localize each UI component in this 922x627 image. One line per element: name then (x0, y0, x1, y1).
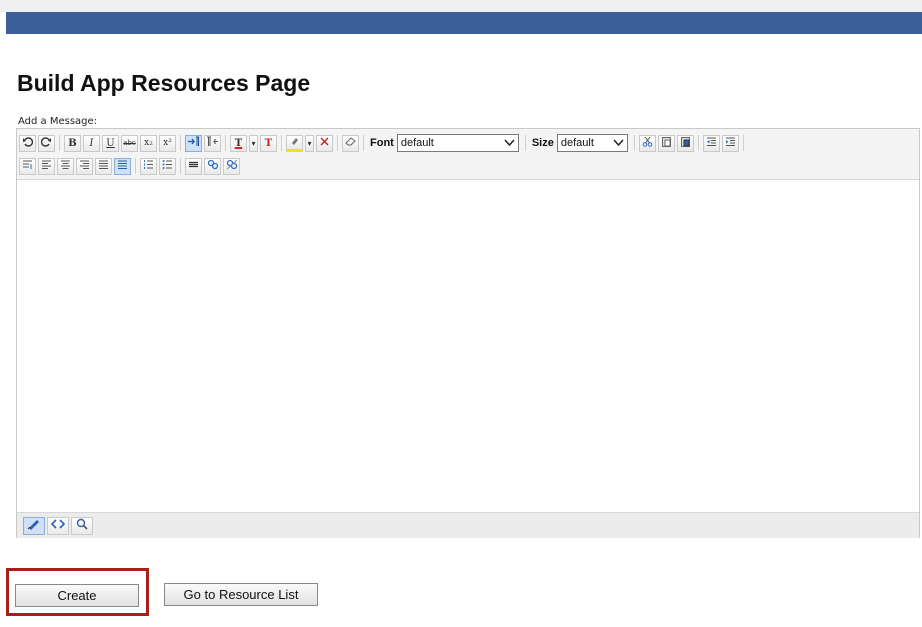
superscript-button[interactable]: x² (159, 134, 176, 152)
toolbar-row-1: B I U abc x₂ x² T ▾ T ▾ Font default Siz… (19, 133, 748, 153)
toolbar-separator (337, 135, 338, 151)
align-none-icon[interactable] (114, 157, 131, 175)
toolbar-separator (524, 135, 526, 151)
font-label: Font (370, 137, 394, 149)
toolbar-separator (180, 135, 181, 151)
editor-mode-bar (17, 512, 919, 538)
editor-toolbar: B I U abc x₂ x² T ▾ T ▾ Font default Siz… (17, 129, 919, 180)
outdent-icon[interactable] (702, 134, 720, 152)
editor-label: Add a Message: (18, 116, 98, 127)
indent-icon[interactable] (721, 134, 739, 152)
toolbar-row-2 (19, 156, 242, 176)
font-select-value: default (400, 137, 434, 149)
chevron-down-icon (613, 135, 624, 156)
align-right-icon[interactable] (76, 157, 93, 175)
size-label: Size (531, 137, 554, 149)
italic-button[interactable]: I (83, 134, 100, 152)
horizontal-rule-icon[interactable] (185, 157, 202, 175)
ltr-icon[interactable] (185, 134, 202, 152)
numbered-list-icon[interactable] (140, 157, 157, 175)
link-icon[interactable] (204, 157, 221, 175)
underline-button[interactable]: U (102, 134, 119, 152)
html-code-icon[interactable] (47, 517, 69, 535)
highlight-dropdown-icon[interactable]: ▾ (305, 134, 314, 152)
browser-top-band (0, 0, 922, 12)
toolbar-separator (281, 135, 282, 151)
toolbar-separator (180, 158, 181, 174)
size-select-value: default (560, 137, 594, 149)
rich-text-editor: B I U abc x₂ x² T ▾ T ▾ Font default Siz… (16, 128, 920, 538)
cut-icon[interactable] (638, 134, 656, 152)
strikethrough-button[interactable]: abc (121, 134, 138, 152)
paste-from-word-icon[interactable] (676, 134, 694, 152)
highlight-color-icon[interactable] (286, 134, 303, 152)
toolbar-separator (225, 135, 226, 151)
magnifier-icon[interactable] (71, 517, 93, 535)
redo-icon[interactable] (38, 134, 55, 152)
paragraph-format-icon[interactable] (19, 157, 36, 175)
toolbar-separator (59, 135, 60, 151)
size-select[interactable]: default (556, 134, 628, 152)
mode-buttons (23, 517, 95, 535)
text-color-dropdown-icon[interactable]: ▾ (249, 134, 258, 152)
chevron-down-icon (504, 135, 515, 156)
create-button[interactable]: Create (15, 584, 139, 607)
align-left-icon[interactable] (38, 157, 55, 175)
page-title: Build App Resources Page (17, 70, 311, 96)
toolbar-separator (697, 135, 699, 151)
undo-icon[interactable] (19, 134, 36, 152)
bulleted-list-icon[interactable] (159, 157, 176, 175)
justify-icon[interactable] (95, 157, 112, 175)
font-select[interactable]: default (396, 134, 519, 152)
toolbar-separator (363, 135, 364, 151)
pencil-icon[interactable] (23, 517, 45, 535)
paste-icon[interactable] (657, 134, 675, 152)
editor-content-area[interactable] (17, 180, 919, 511)
header-bar (6, 12, 922, 34)
unlink-icon[interactable] (223, 157, 240, 175)
remove-highlight-icon[interactable] (316, 134, 333, 152)
text-color-icon[interactable]: T (230, 134, 247, 152)
remove-text-color-icon[interactable]: T (260, 134, 277, 152)
go-to-resource-list-button[interactable]: Go to Resource List (164, 583, 318, 606)
toolbar-separator (633, 135, 635, 151)
align-center-icon[interactable] (57, 157, 74, 175)
toolbar-separator (135, 158, 136, 174)
bold-button[interactable]: B (64, 134, 81, 152)
eraser-icon[interactable] (342, 134, 359, 152)
toolbar-separator (742, 135, 744, 151)
subscript-button[interactable]: x₂ (140, 134, 157, 152)
rtl-icon[interactable] (204, 134, 221, 152)
